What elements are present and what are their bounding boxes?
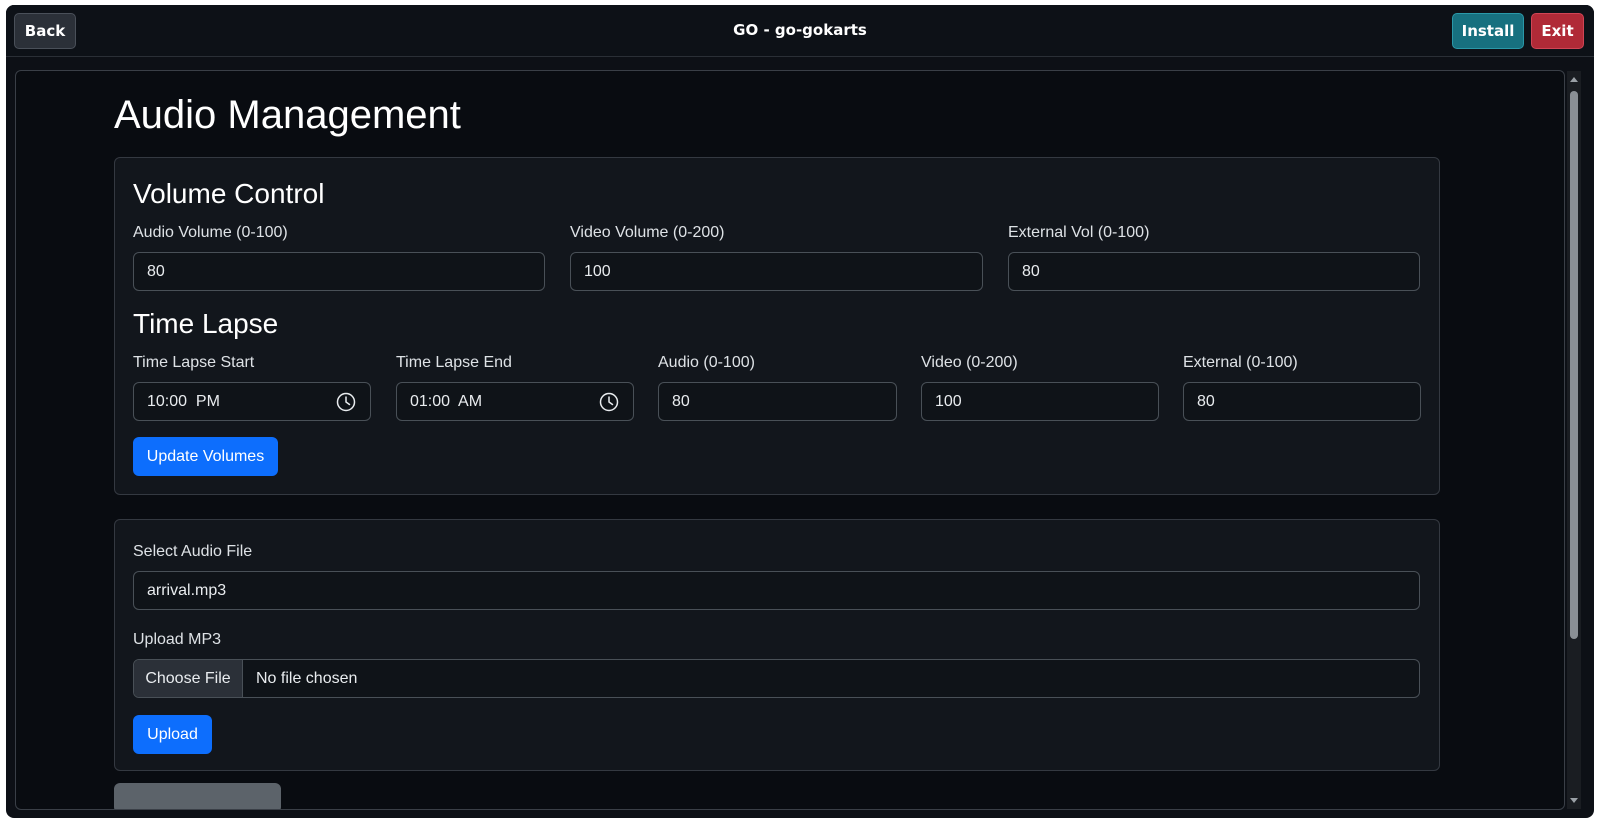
video-volume-input[interactable]: 100 [570, 252, 983, 291]
clock-icon[interactable] [336, 392, 356, 412]
select-audio-file-label: Select Audio File [133, 543, 253, 560]
time-lapse-external-label: External (0-100) [1183, 354, 1298, 371]
volume-card: Volume Control Audio Volume (0-100) 80 V… [114, 157, 1440, 495]
partially-visible-button[interactable] [114, 783, 281, 809]
time-lapse-video-input[interactable]: 100 [921, 382, 1159, 421]
update-volumes-button[interactable]: Update Volumes [133, 437, 278, 476]
audio-volume-label: Audio Volume (0-100) [133, 224, 288, 241]
page-title: Audio Management [114, 93, 461, 137]
upload-button[interactable]: Upload [133, 715, 212, 754]
upload-mp3-label: Upload MP3 [133, 631, 222, 648]
time-lapse-end-value: 01:00 AM [410, 392, 483, 410]
top-bar: Back GO - go-gokarts Install Exit [6, 5, 1594, 57]
time-lapse-start-label: Time Lapse Start [133, 354, 255, 371]
audio-file-card: Select Audio File arrival.mp3 Upload MP3… [114, 519, 1440, 771]
time-lapse-heading: Time Lapse [133, 308, 279, 339]
app-window: Back GO - go-gokarts Install Exit Audio … [6, 5, 1594, 818]
time-lapse-video-label: Video (0-200) [921, 354, 1018, 371]
audio-file-select[interactable]: arrival.mp3 [133, 571, 1420, 610]
time-lapse-audio-input[interactable]: 80 [658, 382, 897, 421]
app-title: GO - go-gokarts [733, 21, 867, 39]
time-lapse-audio-label: Audio (0-100) [658, 354, 755, 371]
scroll-up-arrow-icon[interactable] [1570, 77, 1578, 82]
scroll-thumb[interactable] [1570, 91, 1578, 639]
vertical-scrollbar[interactable] [1567, 71, 1581, 809]
time-lapse-start-input[interactable]: 10:00 PM [133, 382, 371, 421]
choose-file-button[interactable]: Choose File [134, 660, 243, 697]
time-lapse-start-value: 10:00 PM [147, 392, 220, 410]
audio-volume-input[interactable]: 80 [133, 252, 545, 291]
video-volume-label: Video Volume (0-200) [570, 224, 725, 241]
scroll-down-arrow-icon[interactable] [1570, 798, 1578, 803]
content-area: Audio Management Volume Control Audio Vo… [15, 70, 1565, 810]
mp3-file-input[interactable]: Choose File No file chosen [133, 659, 1420, 698]
external-volume-label: External Vol (0-100) [1008, 224, 1150, 241]
time-lapse-end-input[interactable]: 01:00 AM [396, 382, 634, 421]
external-volume-input[interactable]: 80 [1008, 252, 1420, 291]
file-status-text: No file chosen [256, 669, 358, 687]
exit-button[interactable]: Exit [1531, 13, 1584, 49]
time-lapse-external-input[interactable]: 80 [1183, 382, 1421, 421]
clock-icon[interactable] [599, 392, 619, 412]
install-button[interactable]: Install [1452, 13, 1524, 49]
volume-control-heading: Volume Control [133, 178, 325, 209]
time-lapse-end-label: Time Lapse End [396, 354, 512, 371]
